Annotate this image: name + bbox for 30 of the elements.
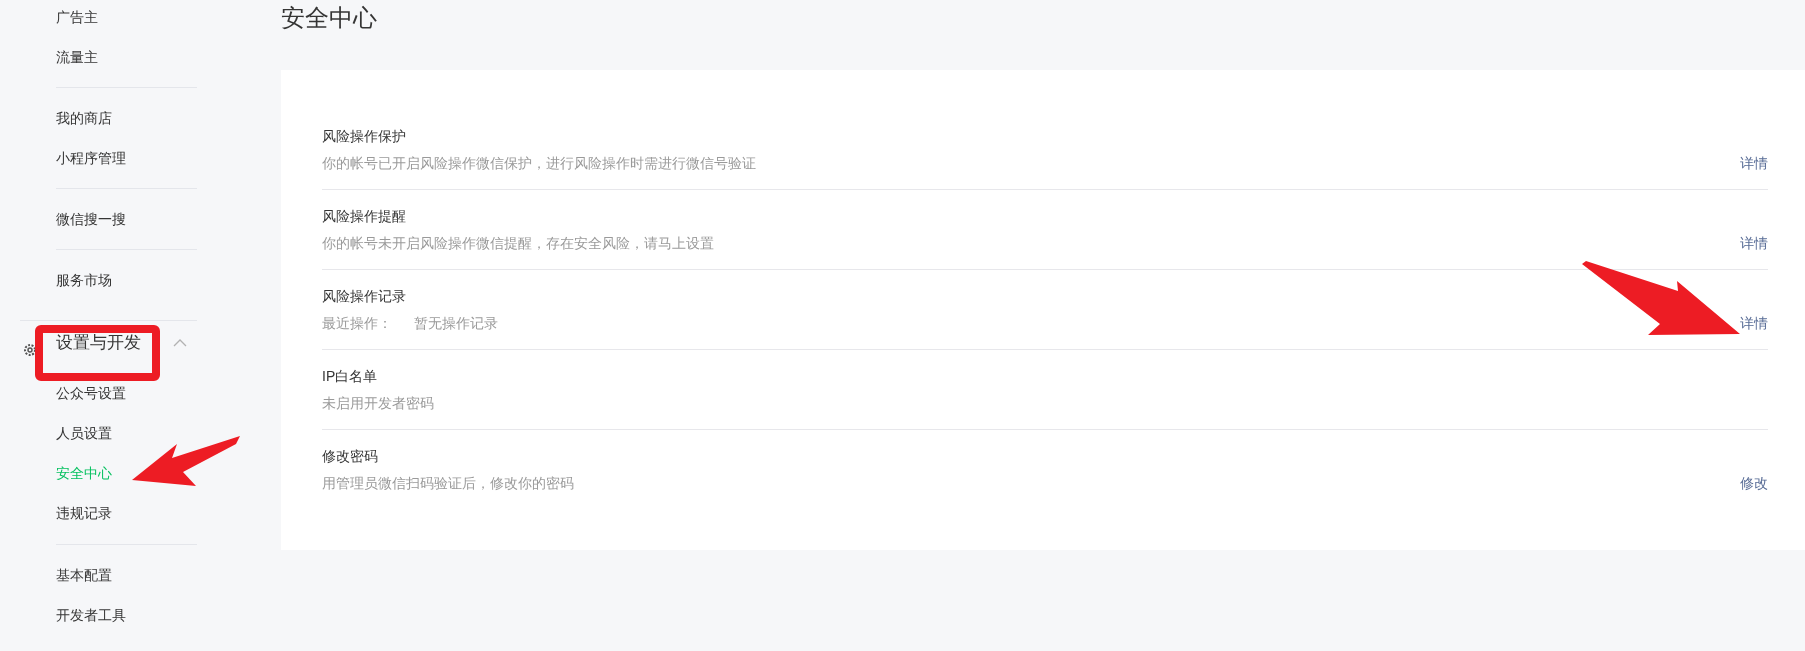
sidebar-item[interactable]: 公众号设置 [56, 382, 126, 404]
setting-description: 你的帐号未开启风险操作微信提醒，存在安全风险，请马上设置 [322, 234, 714, 253]
sidebar-item[interactable]: 基本配置 [56, 564, 112, 586]
chevron-icon[interactable] [173, 339, 187, 347]
setting-description: 暂无操作记录 [414, 314, 498, 333]
detail-link[interactable]: 修改 [1740, 473, 1768, 493]
sidebar-item[interactable]: 人员设置 [56, 422, 112, 444]
sidebar-item[interactable]: 微信搜一搜 [56, 208, 126, 230]
detail-link[interactable]: 详情 [1740, 233, 1768, 253]
sidebar-item[interactable]: 开发者工具 [56, 604, 126, 626]
setting-description: 用管理员微信扫码验证后，修改你的密码 [322, 474, 574, 493]
sidebar-item[interactable]: 流量主 [56, 46, 98, 68]
setting-label: 最近操作： [322, 314, 392, 333]
gear-icon [22, 342, 38, 358]
sidebar-section-title[interactable]: 设置与开发 [56, 330, 141, 356]
setting-title: IP白名单 [322, 367, 379, 386]
sidebar-item[interactable]: 违规记录 [56, 502, 112, 524]
setting-description: 你的帐号已开启风险操作微信保护，进行风险操作时需进行微信号验证 [322, 154, 756, 173]
setting-title: 风险操作记录 [322, 287, 407, 306]
setting-description: 未启用开发者密码 [322, 394, 434, 413]
detail-link[interactable]: 详情 [1740, 313, 1768, 333]
setting-title: 修改密码 [322, 447, 379, 466]
setting-title: 风险操作提醒 [322, 207, 407, 226]
sidebar-item[interactable]: 小程序管理 [56, 147, 126, 169]
page-title: 安全中心 [281, 3, 377, 33]
sidebar-item[interactable]: 广告主 [56, 6, 98, 28]
setting-title: 风险操作保护 [322, 127, 407, 146]
sidebar-item[interactable]: 我的商店 [56, 107, 112, 129]
detail-link[interactable]: 详情 [1740, 153, 1768, 173]
sidebar-item[interactable]: 服务市场 [56, 269, 112, 291]
